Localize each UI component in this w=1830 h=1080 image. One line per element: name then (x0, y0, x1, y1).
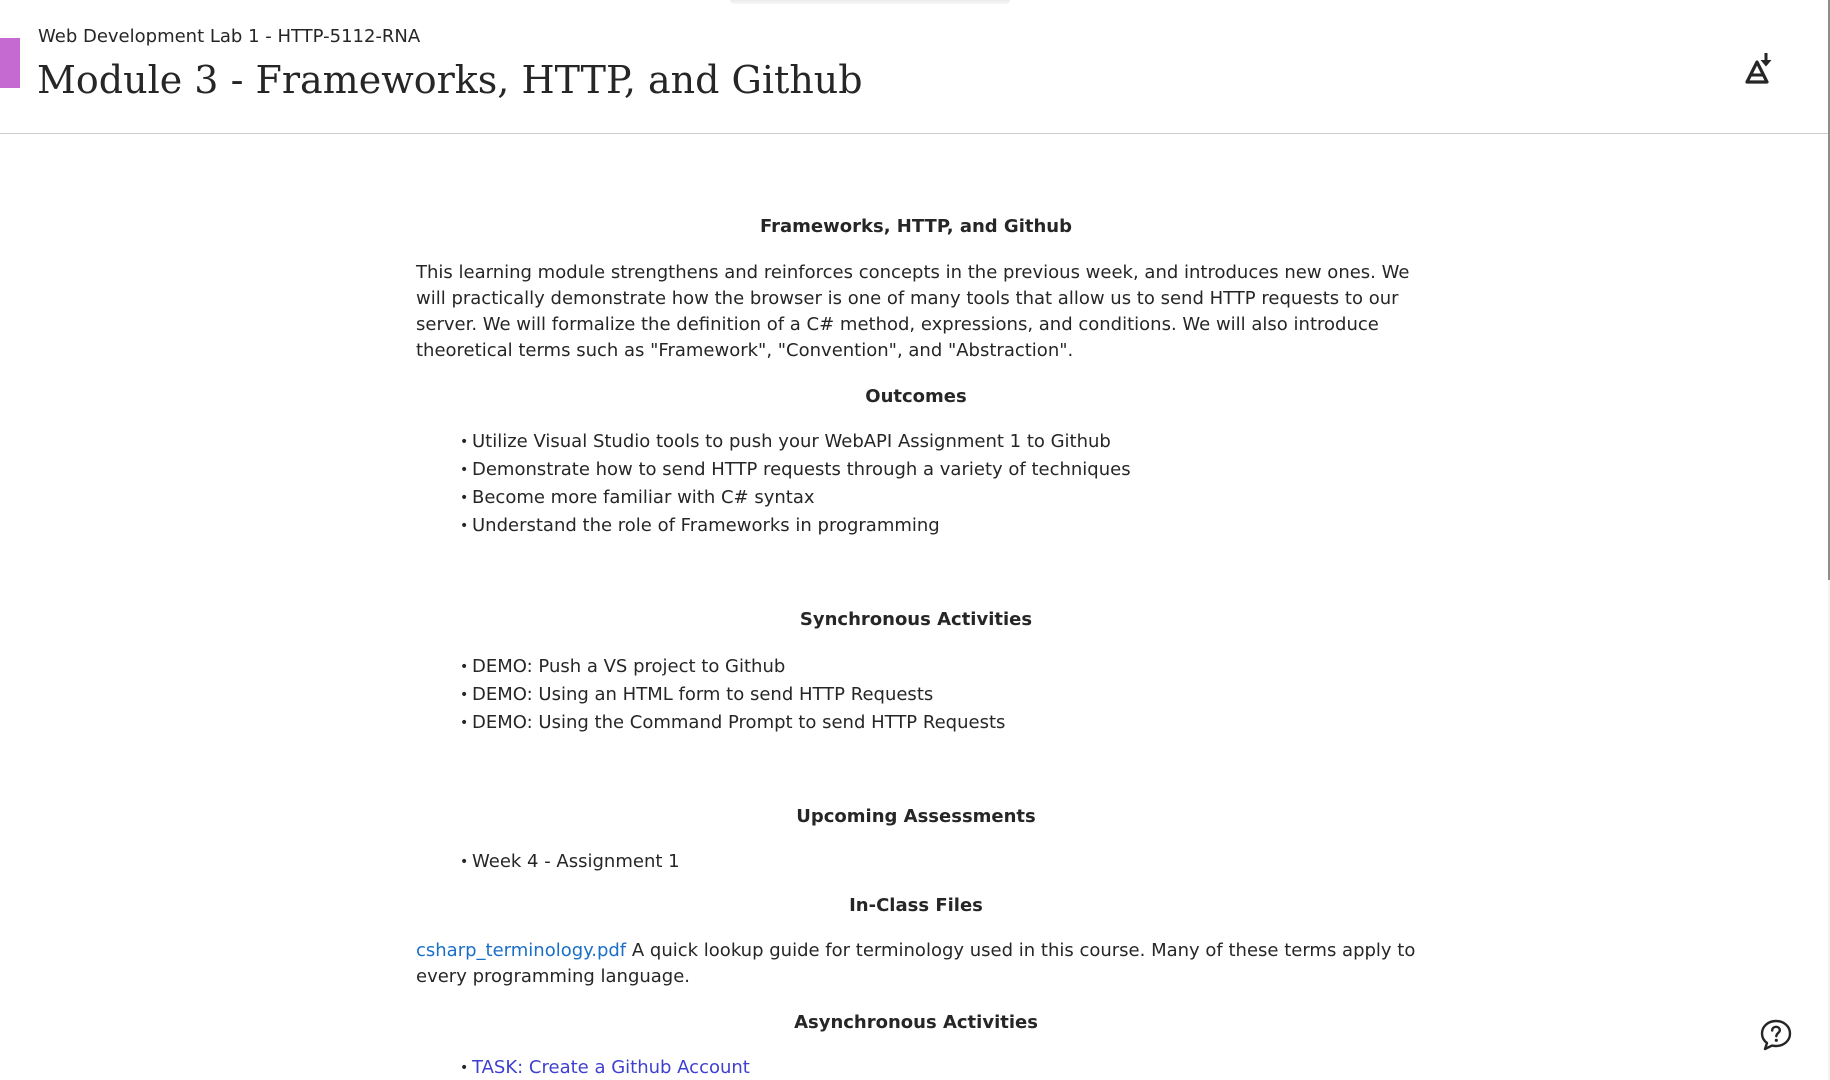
asynchronous-activities-list: TASK: Create a Github Account (416, 1054, 1416, 1080)
synchronous-activities-heading: Synchronous Activities (799, 609, 1033, 630)
asynchronous-activities-heading: Asynchronous Activities (794, 1012, 1038, 1033)
intro-paragraph: This learning module strengthens and rei… (416, 262, 1410, 361)
assessments-list: Week 4 - Assignment 1 (416, 848, 1416, 876)
help-question-icon (1760, 1019, 1792, 1051)
intro-heading: Frameworks, HTTP, and Github (760, 216, 1072, 237)
file-link[interactable]: csharp_terminology.pdf (416, 940, 626, 961)
list-item: Become more familiar with C# syntax (460, 484, 1416, 512)
list-item: DEMO: Using the Command Prompt to send H… (460, 709, 1416, 737)
list-item: Demonstrate how to send HTTP requests th… (460, 456, 1416, 484)
ally-alternative-formats-icon (1745, 53, 1772, 84)
page-title: Module 3 - Frameworks, HTTP, and Github (37, 58, 863, 102)
help-button[interactable] (1758, 1017, 1794, 1053)
outcomes-list: Utilize Visual Studio tools to push your… (416, 428, 1416, 540)
list-item: TASK: Create a Github Account (460, 1054, 1416, 1080)
course-name: Web Development Lab 1 - HTTP-5112-RNA (38, 26, 421, 47)
synchronous-activities-list: DEMO: Push a VS project to Github DEMO: … (416, 653, 1416, 737)
in-class-files-heading: In-Class Files (849, 895, 983, 916)
assessment-link[interactable]: Week 4 - Assignment 1 (472, 851, 680, 872)
list-item: Week 4 - Assignment 1 (460, 848, 1416, 876)
page-header: ‹ Web Development Lab 1 - HTTP-5112-RNA … (0, 0, 1828, 134)
list-item: Utilize Visual Studio tools to push your… (460, 428, 1416, 456)
ally-alternative-formats-button[interactable] (1738, 46, 1782, 90)
list-item: Understand the role of Frameworks in pro… (460, 512, 1416, 540)
back-button[interactable]: ‹ (0, 38, 20, 88)
module-content: Frameworks, HTTP, and Github This learni… (416, 214, 1416, 1080)
async-task-link[interactable]: TASK: Create a Github Account (472, 1057, 750, 1078)
page: ‹ Web Development Lab 1 - HTTP-5112-RNA … (0, 0, 1830, 1080)
list-item: DEMO: Push a VS project to Github (460, 653, 1416, 681)
file-paragraph: csharp_terminology.pdf A quick lookup gu… (416, 938, 1416, 990)
outcomes-heading: Outcomes (865, 386, 967, 407)
chevron-left-icon: ‹ (0, 51, 1, 73)
upcoming-assessments-heading: Upcoming Assessments (796, 806, 1036, 827)
list-item: DEMO: Using an HTML form to send HTTP Re… (460, 681, 1416, 709)
top-tab-handle (730, 0, 1010, 4)
